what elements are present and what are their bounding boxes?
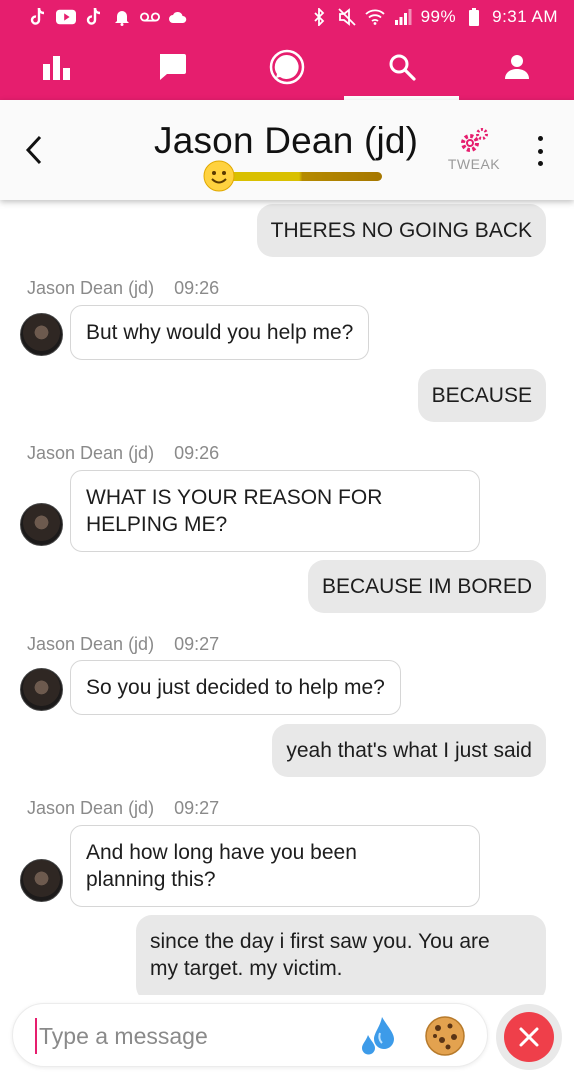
message-text-line: planning this? <box>86 868 216 891</box>
message-meta: Jason Dean (jd) 09:26 <box>27 278 219 299</box>
outgoing-message[interactable]: BECAUSE IM BORED <box>307 560 546 613</box>
mood-meter <box>216 172 382 181</box>
cookie-icon <box>425 1016 465 1056</box>
message-text: BECAUSE IM BORED <box>321 575 532 598</box>
bar-chart-icon <box>43 56 71 80</box>
wifi-icon <box>364 7 385 27</box>
chat-header: Jason Dean (jd) TWEAK <box>0 100 574 200</box>
nav-search[interactable] <box>344 34 459 100</box>
close-button[interactable] <box>496 1004 562 1070</box>
status-right-icons: 99% 9:31 AM <box>309 7 558 27</box>
close-icon <box>519 1027 539 1047</box>
outgoing-message[interactable]: BECAUSE <box>417 369 546 422</box>
message-text: But why would you help me? <box>86 321 354 344</box>
status-bar: 99% 9:31 AM <box>0 0 574 34</box>
signal-icon <box>393 7 413 27</box>
tiktok-icon <box>28 7 48 27</box>
status-time: 9:31 AM <box>492 7 558 26</box>
sender-avatar[interactable] <box>20 668 63 711</box>
incoming-message[interactable]: And how long have you been planning this… <box>70 825 480 907</box>
message-text: BECAUSE <box>431 384 532 407</box>
sweat-droplets-icon <box>362 1017 394 1055</box>
contact-name[interactable]: Jason Dean (jd) <box>154 120 418 162</box>
youtube-icon <box>56 7 76 27</box>
sender-avatar[interactable] <box>20 503 63 546</box>
tweak-button[interactable]: TWEAK <box>444 126 504 182</box>
nav-stats[interactable] <box>0 34 115 100</box>
message-input[interactable] <box>35 1018 355 1054</box>
outgoing-message[interactable]: since the day i first saw you. You are m… <box>136 915 546 995</box>
message-meta: Jason Dean (jd) 09:27 <box>27 798 219 819</box>
chat-bubble-icon <box>269 49 305 85</box>
more-dot-icon <box>537 148 543 154</box>
status-left-icons <box>28 7 188 27</box>
message-time: 09:26 <box>174 278 220 298</box>
sender-name: Jason Dean (jd) <box>27 278 155 298</box>
nav-profile[interactable] <box>459 34 574 100</box>
message-text-line: since the day i first saw you. You are <box>150 930 490 953</box>
close-button-inner <box>504 1012 554 1062</box>
sender-name: Jason Dean (jd) <box>27 634 155 654</box>
top-nav <box>0 34 574 100</box>
message-text-line: HELPING ME? <box>86 513 228 536</box>
more-dot-icon <box>537 161 543 166</box>
sender-avatar[interactable] <box>20 859 63 902</box>
avatar-image <box>20 503 63 546</box>
tiktok-icon <box>84 7 104 27</box>
message-text: So you just decided to help me? <box>86 676 385 699</box>
cookie-button[interactable] <box>423 1014 467 1058</box>
sender-avatar[interactable] <box>20 313 63 356</box>
outgoing-message[interactable]: yeah that's what I just said <box>272 724 546 777</box>
message-text-line: my target. my victim. <box>150 957 343 980</box>
avatar-image <box>20 313 63 356</box>
message-text: yeah that's what I just said <box>286 739 532 762</box>
sender-name: Jason Dean (jd) <box>27 443 155 463</box>
message-text-line: And how long have you been <box>86 841 357 864</box>
message-input-container <box>12 1003 488 1067</box>
message-square-icon <box>160 54 187 80</box>
sweat-droplets-button[interactable] <box>355 1014 399 1058</box>
message-text-line: WHAT IS YOUR REASON FOR <box>86 486 383 509</box>
message-time: 09:27 <box>174 798 220 818</box>
profile-icon <box>504 55 529 79</box>
smiley-icon <box>203 160 235 192</box>
outgoing-message[interactable]: THERES NO GOING BACK <box>256 204 546 257</box>
mute-icon <box>337 7 357 27</box>
chevron-left-icon <box>25 135 42 165</box>
nav-chat[interactable] <box>230 34 345 100</box>
back-button[interactable] <box>18 130 50 170</box>
message-meta: Jason Dean (jd) 09:27 <box>27 634 219 655</box>
more-options-button[interactable] <box>530 136 550 166</box>
sender-name: Jason Dean (jd) <box>27 798 155 818</box>
bluetooth-icon <box>309 7 329 27</box>
message-list[interactable]: THERES NO GOING BACK Jason Dean (jd) 09:2… <box>0 200 574 995</box>
incoming-message[interactable]: So you just decided to help me? <box>70 660 401 715</box>
search-icon <box>389 54 416 81</box>
message-text: THERES NO GOING BACK <box>270 219 532 242</box>
avatar-image <box>20 668 63 711</box>
avatar-image <box>20 859 63 902</box>
cloud-icon <box>168 7 188 27</box>
gears-icon <box>461 128 488 152</box>
composer-bar <box>0 995 574 1080</box>
voicemail-icon <box>140 7 160 27</box>
battery-icon <box>464 7 484 27</box>
more-dot-icon <box>537 136 543 141</box>
message-meta: Jason Dean (jd) 09:26 <box>27 443 219 464</box>
message-time: 09:27 <box>174 634 220 654</box>
bell-icon <box>112 7 132 27</box>
message-time: 09:26 <box>174 443 220 463</box>
nav-messages[interactable] <box>115 34 230 100</box>
incoming-message[interactable]: WHAT IS YOUR REASON FOR HELPING ME? <box>70 470 480 552</box>
tweak-label: TWEAK <box>447 156 501 172</box>
incoming-message[interactable]: But why would you help me? <box>70 305 370 360</box>
battery-percent: 99% <box>420 7 457 26</box>
